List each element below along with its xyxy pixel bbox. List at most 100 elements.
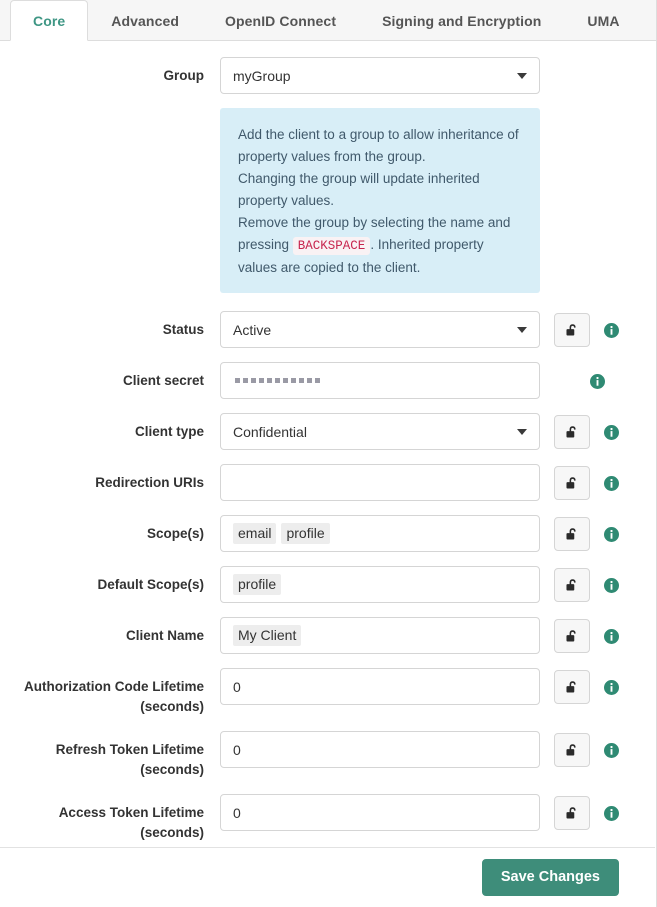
- status-select[interactable]: Active: [220, 311, 540, 348]
- info-icon[interactable]: [604, 806, 619, 821]
- tab-signing-and-encryption-label: Signing and Encryption: [382, 13, 541, 29]
- tab-openid-connect-label: OpenID Connect: [225, 13, 336, 29]
- client-secret-row-actions: [540, 362, 605, 399]
- default-scopes-input[interactable]: profile: [220, 566, 540, 603]
- scope-tag[interactable]: profile: [281, 523, 329, 544]
- refresh-token-lifetime-input[interactable]: 0: [220, 731, 540, 768]
- access-token-lifetime-row-actions: [540, 794, 619, 831]
- client-type-row-actions: [540, 413, 619, 450]
- client-type-select[interactable]: Confidential: [220, 413, 540, 450]
- tab-uma-label: UMA: [587, 13, 619, 29]
- tab-core[interactable]: Core: [10, 0, 88, 41]
- tab-bar: Core Advanced OpenID Connect Signing and…: [0, 0, 656, 41]
- authorization-code-lifetime-unlock-button[interactable]: [554, 670, 590, 704]
- refresh-token-lifetime-label-main: Refresh Token Lifetime: [56, 742, 204, 757]
- group-row-actions: [540, 57, 554, 94]
- scopes-input[interactable]: email profile: [220, 515, 540, 552]
- authorization-code-lifetime-label-sub: (seconds): [0, 697, 204, 717]
- redirection-uris-input[interactable]: [220, 464, 540, 501]
- authorization-code-lifetime-value: 0: [233, 679, 527, 695]
- access-token-lifetime-label-sub: (seconds): [0, 823, 204, 843]
- scope-tag[interactable]: email: [233, 523, 276, 544]
- authorization-code-lifetime-input[interactable]: 0: [220, 668, 540, 705]
- form-row-client-name: Client Name My Client: [0, 617, 656, 654]
- chevron-down-icon: [517, 327, 527, 333]
- tab-uma[interactable]: UMA: [564, 0, 642, 40]
- client-name-row-actions: [540, 617, 619, 654]
- info-icon[interactable]: [604, 425, 619, 440]
- group-help-callout: Add the client to a group to allow inher…: [220, 108, 540, 293]
- callout-line-1: Add the client to a group to allow inher…: [238, 124, 522, 168]
- tab-openid-connect[interactable]: OpenID Connect: [202, 0, 359, 40]
- info-icon[interactable]: [604, 680, 619, 695]
- chevron-down-icon: [517, 73, 527, 79]
- redirection-uris-label: Redirection URIs: [0, 464, 220, 493]
- refresh-token-lifetime-row-actions: [540, 731, 619, 768]
- callout-line-2: Changing the group will update inherited…: [238, 168, 522, 212]
- client-name-tag[interactable]: My Client: [233, 625, 301, 646]
- tab-core-label: Core: [33, 13, 65, 29]
- unlock-icon: [564, 526, 581, 543]
- chevron-down-icon: [517, 429, 527, 435]
- status-row-actions: [540, 311, 619, 348]
- default-scope-tag[interactable]: profile: [233, 574, 281, 595]
- form-row-client-type: Client type Confidential: [0, 413, 656, 450]
- client-type-label: Client type: [0, 413, 220, 442]
- group-label: Group: [0, 57, 220, 86]
- redirection-uris-row-actions: [540, 464, 619, 501]
- status-unlock-button[interactable]: [554, 313, 590, 347]
- unlock-icon: [564, 475, 581, 492]
- status-value: Active: [233, 322, 509, 338]
- callout-line-3: Remove the group by selecting the name a…: [238, 212, 522, 279]
- info-icon[interactable]: [604, 476, 619, 491]
- scopes-label: Scope(s): [0, 515, 220, 544]
- refresh-token-lifetime-unlock-button[interactable]: [554, 733, 590, 767]
- access-token-lifetime-input[interactable]: 0: [220, 794, 540, 831]
- status-label: Status: [0, 311, 220, 340]
- form-row-scopes: Scope(s) email profile: [0, 515, 656, 552]
- client-type-unlock-button[interactable]: [554, 415, 590, 449]
- scopes-row-actions: [540, 515, 619, 552]
- unlock-icon: [564, 679, 581, 696]
- info-icon[interactable]: [604, 578, 619, 593]
- access-token-lifetime-value: 0: [233, 805, 527, 821]
- client-secret-input[interactable]: [220, 362, 540, 399]
- info-icon[interactable]: [604, 743, 619, 758]
- info-icon[interactable]: [604, 323, 619, 338]
- form-row-client-secret: Client secret: [0, 362, 656, 399]
- tab-advanced[interactable]: Advanced: [88, 0, 202, 40]
- refresh-token-lifetime-label: Refresh Token Lifetime (seconds): [0, 731, 220, 780]
- form-row-authorization-code-lifetime: Authorization Code Lifetime (seconds) 0: [0, 668, 656, 717]
- core-settings-form: Group myGroup Add the client to a group …: [0, 41, 656, 843]
- client-secret-label: Client secret: [0, 362, 220, 391]
- authorization-code-lifetime-row-actions: [540, 668, 619, 705]
- refresh-token-lifetime-value: 0: [233, 742, 527, 758]
- unlock-icon: [564, 742, 581, 759]
- scopes-unlock-button[interactable]: [554, 517, 590, 551]
- unlock-icon: [564, 805, 581, 822]
- client-name-unlock-button[interactable]: [554, 619, 590, 653]
- backspace-key-hint: BACKSPACE: [293, 237, 371, 255]
- default-scopes-unlock-button[interactable]: [554, 568, 590, 602]
- redirection-uris-unlock-button[interactable]: [554, 466, 590, 500]
- unlock-icon: [564, 322, 581, 339]
- form-row-default-scopes: Default Scope(s) profile: [0, 566, 656, 603]
- group-value: myGroup: [233, 68, 509, 84]
- access-token-lifetime-unlock-button[interactable]: [554, 796, 590, 830]
- unlock-icon: [564, 424, 581, 441]
- save-changes-button[interactable]: Save Changes: [482, 859, 619, 896]
- refresh-token-lifetime-label-sub: (seconds): [0, 760, 204, 780]
- form-row-group: Group myGroup: [0, 57, 656, 94]
- access-token-lifetime-label-main: Access Token Lifetime: [59, 805, 204, 820]
- info-icon[interactable]: [590, 374, 605, 389]
- client-name-input[interactable]: My Client: [220, 617, 540, 654]
- form-row-redirection-uris: Redirection URIs: [0, 464, 656, 501]
- client-name-label: Client Name: [0, 617, 220, 646]
- info-icon[interactable]: [604, 629, 619, 644]
- info-icon[interactable]: [604, 527, 619, 542]
- group-select[interactable]: myGroup: [220, 57, 540, 94]
- authorization-code-lifetime-label: Authorization Code Lifetime (seconds): [0, 668, 220, 717]
- tab-signing-and-encryption[interactable]: Signing and Encryption: [359, 0, 564, 40]
- group-help-callout-row: Add the client to a group to allow inher…: [0, 108, 656, 293]
- client-secret-masked-value: [233, 378, 320, 383]
